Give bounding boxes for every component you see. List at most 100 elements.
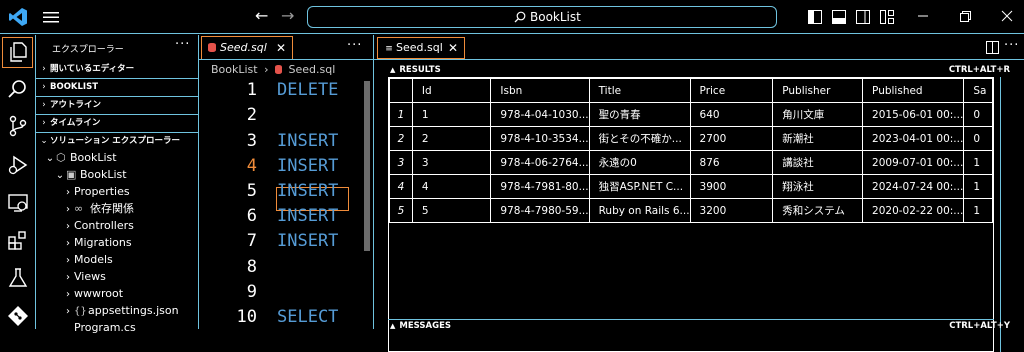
tree-solution-booklist[interactable]: ⌄ ⬡ BookList [44,149,117,166]
breadcrumb-file[interactable]: Seed.sql [289,63,336,76]
column-header-price[interactable]: Price [689,78,774,103]
results-more-actions-icon[interactable]: ··· [1004,38,1019,53]
results-grid[interactable]: Id Isbn Title Price Publisher Published … [388,77,994,352]
tree-dependencies[interactable]: › ∞ 依存関係 [62,200,134,217]
section-outline[interactable]: › アウトライン [38,97,197,113]
search-view-icon[interactable] [7,78,29,100]
tree-appsettings[interactable]: › {}appsettings.json [62,302,179,319]
tree-controllers[interactable]: › Controllers [62,217,134,234]
code-line[interactable]: SELECT [277,307,338,327]
cell[interactable]: 0 [963,102,993,127]
section-open-editors[interactable]: › 開いているエディター [38,61,197,77]
customize-layout-icon[interactable] [880,10,894,24]
split-editor-icon[interactable] [986,41,999,54]
tab-seed-sql[interactable]: Seed.sql ✕ [201,36,293,59]
extensions-icon[interactable] [7,229,29,251]
column-header-sa[interactable]: Sa [963,78,993,103]
tree-project-booklist[interactable]: ⌄ ▣ BookList [54,166,127,183]
editor-scrollbar[interactable] [364,81,370,251]
section-solution-explorer[interactable]: ⌄ ソリューション エクスプローラー [38,133,197,149]
forward-arrow-icon[interactable]: → [281,8,297,24]
cell[interactable]: 2023-04-01 00:... [862,126,965,151]
cell[interactable]: 1 [963,174,993,199]
table-row[interactable]: 1 1 978-4-04-1030... 聖の青春 640 角川文庫 2015-… [389,102,993,127]
editor-more-actions-icon[interactable]: ··· [347,38,362,53]
minimize-icon[interactable] [916,9,930,23]
cell[interactable]: 640 [689,102,774,127]
git-diamond-icon[interactable] [7,305,29,327]
cell[interactable]: 新潮社 [772,126,864,151]
close-window-icon[interactable] [1000,9,1014,23]
cell[interactable]: 978-4-10-3534... [490,126,590,151]
toggle-primary-sidebar-icon[interactable] [808,10,822,24]
hamburger-menu-icon[interactable] [42,9,60,25]
messages-header[interactable]: ▲ MESSAGES [390,321,451,331]
section-booklist[interactable]: › BOOKLIST [38,79,197,95]
tree-views[interactable]: › Views [62,268,106,285]
tree-program-cs[interactable]: Program.cs [74,319,136,336]
column-header-publisher[interactable]: Publisher [772,78,864,103]
cell[interactable]: 2015-06-01 00:... [862,102,965,127]
column-header-published[interactable]: Published [862,78,965,103]
cell[interactable]: 講談社 [772,150,864,175]
cell[interactable]: 聖の青春 [588,102,691,127]
cell[interactable]: 角川文庫 [772,102,864,127]
vscode-logo-icon[interactable] [8,7,28,27]
cell[interactable]: 2700 [689,126,774,151]
cell[interactable]: 翔泳社 [772,174,864,199]
tree-models[interactable]: › Models [62,251,113,268]
cell[interactable]: 2020-02-22 00:... [862,198,965,223]
remote-explorer-icon[interactable] [7,192,29,214]
cell[interactable]: 4 [411,174,492,199]
table-row[interactable]: 2 2 978-4-10-3534... 街とその不確か... 2700 新潮社… [389,126,993,151]
cell[interactable]: 2009-07-01 00:... [862,150,965,175]
code-line[interactable]: INSERT [277,206,338,226]
close-tab-icon[interactable]: ✕ [276,37,286,59]
cell[interactable]: 978-4-7980-59... [490,198,590,223]
command-center-search[interactable]: BookList [307,6,777,28]
cell[interactable]: 独習ASP.NET C... [588,174,691,199]
breadcrumb-project[interactable]: BookList [211,63,258,76]
code-line[interactable]: INSERT [277,181,338,201]
cell[interactable]: Ruby on Rails 6... [588,198,691,223]
table-row[interactable]: 5 5 978-4-7980-59... Ruby on Rails 6... … [389,198,993,223]
cell[interactable]: 秀和システム [772,198,864,223]
explorer-files-icon[interactable] [7,41,29,63]
code-line[interactable]: INSERT [277,156,338,176]
tree-migrations[interactable]: › Migrations [62,234,132,251]
cell[interactable]: 0 [963,126,993,151]
cell[interactable]: 978-4-04-1030... [490,102,590,127]
run-debug-icon[interactable] [7,154,29,176]
tree-properties[interactable]: › Properties [62,183,130,200]
cell[interactable]: 876 [689,150,774,175]
code-line[interactable]: INSERT [277,131,338,151]
cell[interactable]: 978-4-06-2764... [490,150,590,175]
column-header-isbn[interactable]: Isbn [490,78,590,103]
restore-icon[interactable] [958,9,972,23]
code-line[interactable]: DELETE [277,80,338,100]
cell[interactable]: 1 [963,150,993,175]
cell[interactable]: 1 [963,198,993,223]
results-header[interactable]: ▲ RESULTS [390,65,441,75]
cell[interactable]: 街とその不確か... [588,126,691,151]
section-timeline[interactable]: › タイムライン [38,115,197,131]
tab-results-seed-sql[interactable]: ≡ Seed.sql ✕ [377,37,465,59]
cell[interactable]: 3 [411,150,492,175]
results-scrollbar-line[interactable] [1000,77,1001,352]
close-tab-icon[interactable]: ✕ [448,38,458,58]
column-header-id[interactable]: Id [411,78,492,103]
code-line[interactable]: INSERT [277,231,338,251]
cell[interactable]: 永遠の0 [588,150,691,175]
more-actions-icon[interactable]: ··· [175,37,190,52]
cell[interactable]: 978-4-7981-80... [490,174,590,199]
table-row[interactable]: 4 4 978-4-7981-80... 独習ASP.NET C... 3900… [389,174,993,199]
tree-wwwroot[interactable]: › wwwroot [62,285,123,302]
column-header-title[interactable]: Title [588,78,691,103]
cell[interactable]: 2024-07-24 00:... [862,174,965,199]
testing-flask-icon[interactable] [7,267,29,289]
cell[interactable]: 1 [411,102,492,127]
back-arrow-icon[interactable]: ← [255,8,271,24]
cell[interactable]: 3200 [689,198,774,223]
cell[interactable]: 2 [411,126,492,151]
cell[interactable]: 5 [411,198,492,223]
